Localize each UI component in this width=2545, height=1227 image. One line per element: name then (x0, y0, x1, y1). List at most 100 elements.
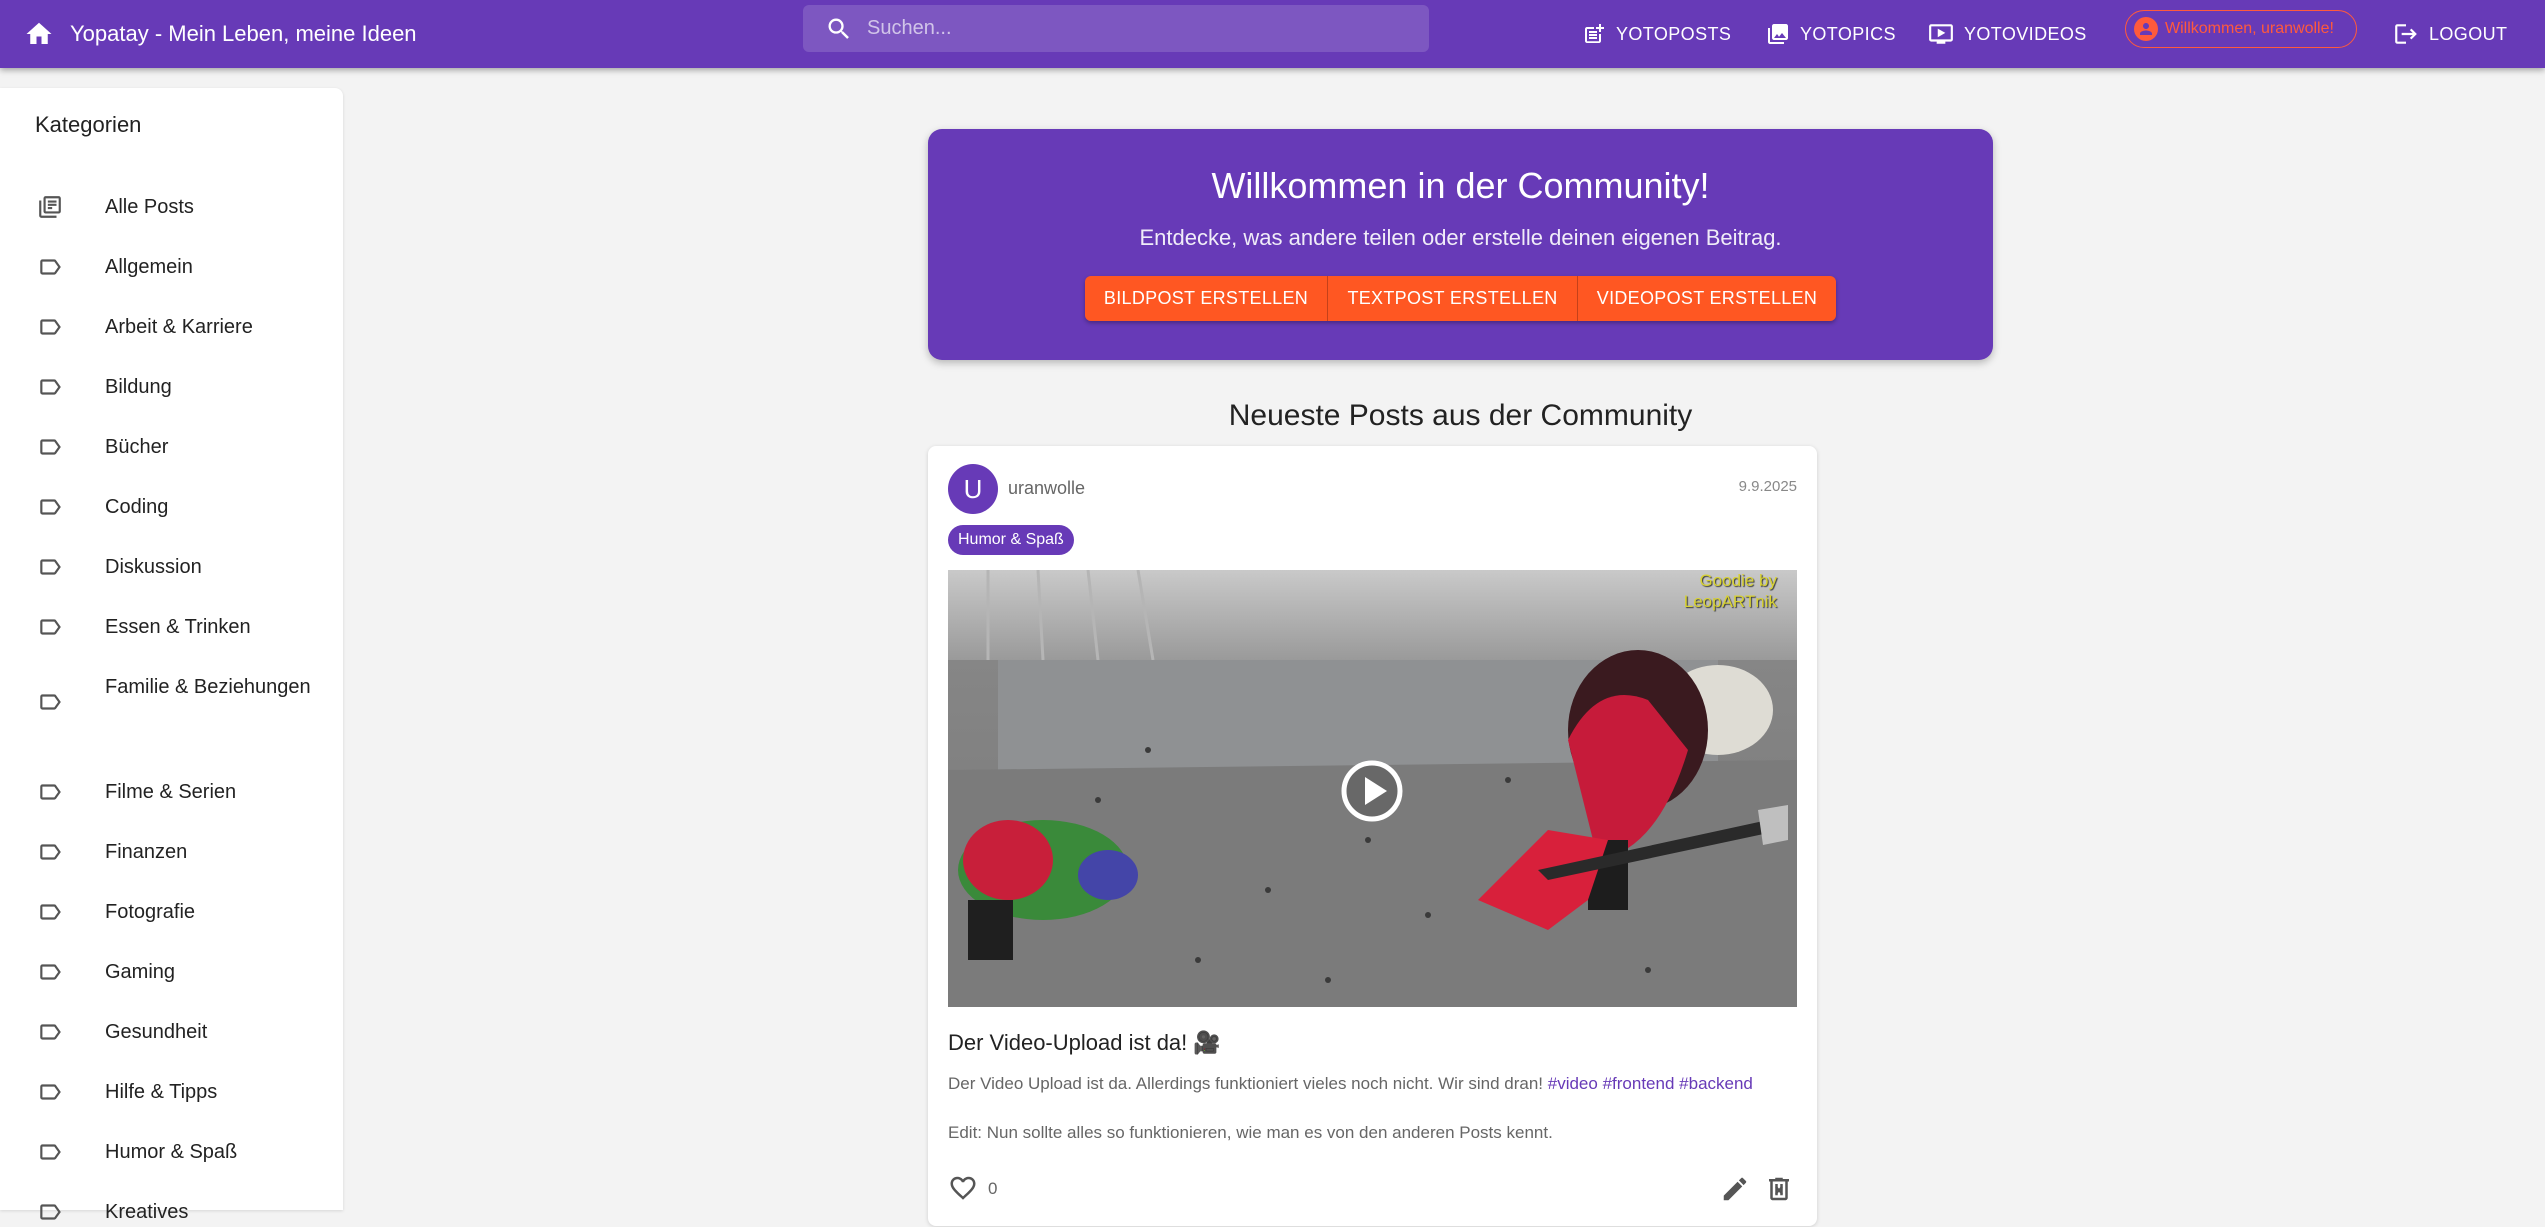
banner-title: Willkommen in der Community! (1211, 165, 1710, 206)
logout-label: LOGOUT (2429, 23, 2508, 44)
category-sidebar: Kategorien Alle Posts Allgemein Arbeit & K… (0, 88, 343, 1223)
sidebar-item-label: Essen & Trinken (105, 616, 251, 638)
post-title: Der Video-Upload ist da! 🎥 (948, 1030, 1221, 1055)
hashtag-link[interactable]: #video (1548, 1074, 1598, 1093)
play-icon[interactable] (1340, 759, 1404, 823)
create-text-post-button[interactable]: TEXTPOST ERSTELLEN (1328, 276, 1578, 321)
sidebar-item-label: Arbeit & Karriere (105, 316, 253, 338)
label-icon (36, 958, 64, 986)
sidebar-item-label: Gaming (105, 961, 176, 983)
sidebar-item-label: Familie & Beziehungen (105, 676, 311, 698)
label-icon (36, 313, 64, 341)
sidebar-item-label: Diskussion (105, 556, 202, 578)
sidebar-item-label: Allgemein (105, 256, 193, 278)
post-date: 9.9.2025 (1738, 478, 1797, 495)
sidebar-item-gesundheit[interactable]: Gesundheit (0, 1017, 343, 1047)
sidebar-item-arbeit-karriere[interactable]: Arbeit & Karriere (0, 312, 343, 342)
post-author[interactable]: uranwolle (1008, 478, 1085, 499)
video-player[interactable]: Goodie by LeopARTnik (948, 570, 1797, 1007)
sidebar-item-label: Fotografie (105, 901, 196, 923)
create-video-post-button[interactable]: VIDEOPOST ERSTELLEN (1578, 276, 1836, 321)
sidebar-item-filme-serien[interactable]: Filme & Serien (0, 777, 343, 807)
search-bar[interactable] (803, 5, 1429, 52)
video-watermark: Goodie by LeopARTnik (1684, 570, 1777, 612)
sidebar-item-label: Bildung (105, 376, 172, 398)
sidebar-item-gaming[interactable]: Gaming (0, 957, 343, 987)
nav-yotopics-label: YOTOPICS (1800, 23, 1896, 44)
sidebar-item-kreatives[interactable]: Kreatives (0, 1197, 343, 1227)
sidebar-item-alle-posts[interactable]: Alle Posts (0, 192, 343, 222)
sidebar-item-label: Filme & Serien (105, 781, 237, 803)
label-icon (36, 253, 64, 281)
sidebar-item-humor-spaß[interactable]: Humor & Spaß (0, 1137, 343, 1167)
label-icon (36, 1078, 64, 1106)
sidebar-title: Kategorien (35, 112, 142, 137)
feed-title: Neueste Posts aus der Community (1228, 399, 1693, 432)
logout-icon (2395, 24, 2417, 44)
sidebar-item-essen-trinken[interactable]: Essen & Trinken (0, 612, 343, 642)
account-circle-icon (2134, 17, 2158, 41)
sidebar-item-label: Alle Posts (105, 196, 194, 218)
sidebar-item-label: Finanzen (105, 841, 188, 863)
post-category-tag[interactable]: Humor & Spaß (948, 525, 1074, 555)
sidebar-item-label: Hilfe & Tipps (105, 1081, 218, 1103)
delete-icon[interactable] (1764, 1174, 1794, 1204)
video-icon (1929, 24, 1953, 44)
sidebar-item-finanzen[interactable]: Finanzen (0, 837, 343, 867)
post-edit-note: Edit: Nun sollte alles so funktionieren,… (948, 1123, 1553, 1142)
sidebar-item-bücher[interactable]: Bücher (0, 432, 343, 462)
watermark-line-1: Goodie by (1699, 571, 1778, 590)
like-count: 0 (988, 1179, 998, 1198)
user-welcome-chip[interactable]: Willkommen, uranwolle! (2125, 10, 2357, 48)
nav-yotovideos-button[interactable]: YOTOVIDEOS (1928, 14, 2087, 54)
search-icon (828, 18, 849, 39)
banner-subtitle: Entdecke, was andere teilen oder erstell… (1139, 225, 1782, 250)
label-icon (36, 553, 64, 581)
label-icon (36, 898, 64, 926)
label-icon (36, 838, 64, 866)
sidebar-item-hilfe-tipps[interactable]: Hilfe & Tipps (0, 1077, 343, 1107)
edit-icon[interactable] (1720, 1174, 1750, 1204)
nav-yotovideos-label: YOTOVIDEOS (1964, 23, 2087, 44)
watermark-line-2: LeopARTnik (1683, 592, 1777, 611)
hashtag-link[interactable]: #frontend (1603, 1074, 1675, 1093)
search-input[interactable] (865, 16, 1409, 41)
app-title[interactable]: Yopatay - Mein Leben, meine Ideen (70, 16, 417, 52)
logout-button[interactable]: LOGOUT (2393, 14, 2507, 54)
nav-yotopics-button[interactable]: YOTOPICS (1766, 14, 1896, 54)
home-icon[interactable] (20, 15, 58, 53)
sidebar-item-diskussion[interactable]: Diskussion (0, 552, 343, 582)
post-card: U uranwolle 9.9.2025 Humor & Spaß Goodie… (928, 446, 1817, 1226)
sidebar-item-coding[interactable]: Coding (0, 492, 343, 522)
post-add-icon (1585, 24, 1604, 43)
label-icon (36, 778, 64, 806)
label-icon (36, 613, 64, 641)
photo-library-icon (1768, 24, 1788, 44)
label-icon (36, 433, 64, 461)
sidebar-item-familie-beziehungen[interactable]: Familie & Beziehungen (0, 672, 343, 732)
nav-yotoposts-label: YOTOPOSTS (1616, 23, 1732, 44)
create-post-button-group: BILDPOST ERSTELLEN TEXTPOST ERSTELLEN VI… (1085, 276, 1836, 321)
label-icon (36, 373, 64, 401)
sidebar-item-fotografie[interactable]: Fotografie (0, 897, 343, 927)
label-icon (36, 1198, 64, 1226)
sidebar-item-label: Kreatives (105, 1201, 189, 1223)
hashtag-link[interactable]: #backend (1679, 1074, 1753, 1093)
sidebar-item-label: Humor & Spaß (105, 1141, 238, 1163)
welcome-banner: Willkommen in der Community! Entdecke, w… (928, 129, 1993, 360)
author-avatar[interactable]: U (948, 464, 998, 514)
nav-yotoposts-button[interactable]: YOTOPOSTS (1582, 14, 1731, 54)
post-body-text: Der Video Upload ist da. Allerdings funk… (948, 1074, 1543, 1093)
heart-icon[interactable] (948, 1173, 978, 1203)
welcome-text: Willkommen, uranwolle! (2165, 20, 2334, 37)
sidebar-item-label: Coding (105, 496, 169, 518)
create-image-post-button[interactable]: BILDPOST ERSTELLEN (1085, 276, 1328, 321)
post-body: Der Video Upload ist da. Allerdings funk… (948, 1072, 1798, 1096)
top-app-bar: Yopatay - Mein Leben, meine Ideen YOTOPO… (0, 0, 2545, 68)
label-icon (36, 1018, 64, 1046)
label-icon (36, 1138, 64, 1166)
sidebar-item-allgemein[interactable]: Allgemein (0, 252, 343, 282)
sidebar-item-label: Gesundheit (105, 1021, 208, 1043)
sidebar-item-bildung[interactable]: Bildung (0, 372, 343, 402)
label-icon (36, 688, 64, 716)
